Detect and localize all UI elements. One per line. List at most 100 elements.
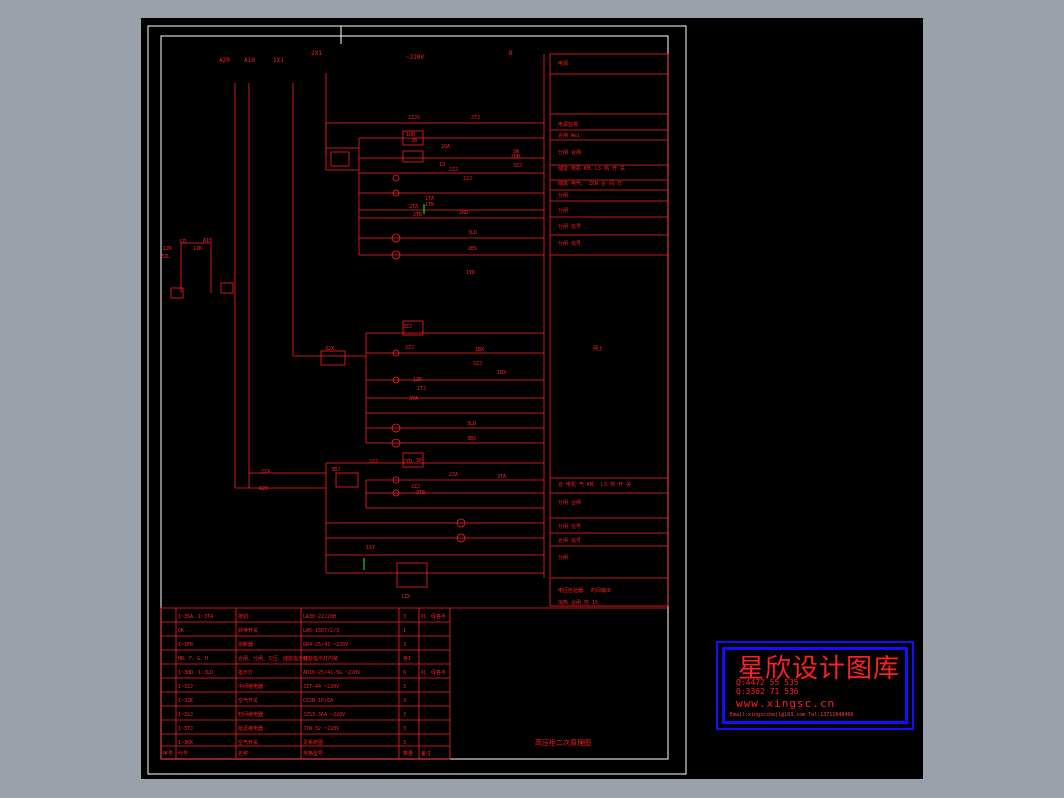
top-label: ~220V <box>406 54 424 61</box>
table-cell: 时间继电器 <box>238 711 263 718</box>
note-label: 电压检验器、 时间输出 <box>558 587 611 594</box>
table-cell: 延迟继电器 <box>238 725 263 732</box>
circuit-label: SZJ <box>473 361 482 367</box>
top-label: A10 <box>244 57 255 64</box>
note-label: 分闸 信号 <box>558 223 581 230</box>
table-cell: 6 <box>403 670 406 676</box>
table-cell: C65N-1P/6A <box>303 698 333 704</box>
table-cell: 3 <box>403 698 406 704</box>
table-cell: 1~3ZJ <box>178 684 193 690</box>
circuit-label: 1TB <box>425 202 434 208</box>
circuit-label: 3BJ <box>331 467 340 473</box>
circuit-label: 2ZJ <box>449 167 458 173</box>
circuit-label: 1Q <box>439 162 445 168</box>
circuit-label: 2QA <box>441 144 450 150</box>
note-label: 合闸 信号 <box>558 537 581 544</box>
top-labels: A20 A10 1X1 2X1 ~220V B <box>219 50 513 64</box>
circuit-label: 2ZJ <box>411 484 420 490</box>
table-cell: 储能指示灯内装 <box>303 655 338 662</box>
circuit-label: 1ZK <box>193 246 202 252</box>
circuit-label: 2ZX <box>261 469 270 475</box>
note-label: 网上 <box>593 345 603 352</box>
circuit-labels: 2ZJS 2TJ1QR3B2QA1Q2ZJ22J1TA1TBSW3ZJ2DB2TA… <box>161 115 522 600</box>
note-label: 分闸 <box>558 207 568 214</box>
note-label: 储能 电气、 ZCN 合 间 灯 <box>558 180 622 187</box>
circuit-label: A20 <box>259 486 268 492</box>
circuit-label: 3ZL <box>161 254 170 260</box>
logo-url: www.xingsc.cn <box>736 697 836 710</box>
circuit-label: 2RD <box>459 210 468 216</box>
circuit-label: 3LD <box>468 230 477 236</box>
table-header: 数量 <box>403 750 413 757</box>
circuit-label: 3LD <box>467 421 476 427</box>
circuit-label: 1BX <box>475 347 484 353</box>
table-cell: JZS3-36A ~220V <box>303 712 345 718</box>
table-cell: 红、绿各半 <box>421 613 446 620</box>
table-cell: 空气开关 <box>238 739 258 746</box>
circuit-label: 3BS <box>467 436 476 442</box>
table-cell: 按钮 <box>238 613 248 620</box>
logo-qq-1: Q:4472 55 535 <box>736 678 799 687</box>
circuit-label: 2ZA <box>449 472 458 478</box>
table-cell: 1 <box>403 628 406 634</box>
table-cell: 3 <box>403 684 406 690</box>
table-cell: 1~3FR <box>178 642 194 648</box>
table-cell: 中间继电器 <box>238 683 263 690</box>
logo-contact: Email:xingscsheji@163.com Tel:1371164846… <box>730 712 854 718</box>
table-cell: AD16-25/41-5G ~220V <box>303 670 360 676</box>
note-label: 分闸 信号 <box>558 240 581 247</box>
circuit-label: 1BX <box>497 370 506 376</box>
table-header: 代号 <box>178 750 188 757</box>
table-cell: HR、F、G、H <box>178 656 208 662</box>
circuit-label: 2TA <box>409 204 418 210</box>
notes-column: 电源电源监视合闸 Wei分闸 合闸储能 电机 KM、LS 热 开 关储能 电气、… <box>558 60 631 606</box>
circuit-label: SZL <box>179 239 188 245</box>
circuit-label: 2ZJS <box>408 115 420 121</box>
table-cell: 空气开关 <box>238 697 258 704</box>
table-header: 序号 <box>163 750 173 757</box>
table-cell: 1~3SJ <box>178 712 193 718</box>
table-cell: JTW-32 ~220V <box>303 726 339 732</box>
table-cell: JZ7-44 ~220V <box>303 684 339 690</box>
table-cell: 1~3HD、1~3LD <box>178 670 213 676</box>
circuit-label: 1SY <box>366 545 375 551</box>
logo-box: 星欣设计图库 Q:4472 55 535 Q:3362 71 536 www.x… <box>716 641 914 730</box>
circuit-label: 2DB <box>511 154 520 160</box>
note-label: 分闸 合闸 <box>558 149 581 156</box>
table-cell: 见系统图 <box>303 739 323 746</box>
table-cell: 1~3SA、1~3TA <box>178 614 213 620</box>
table-cell: 1~3KK <box>178 740 193 746</box>
table-header: 规格型号 <box>303 750 323 757</box>
table-cell: 3 <box>403 614 406 620</box>
logo-qq-2: Q:3362 71 536 <box>736 687 799 696</box>
circuit-label: 3TA <box>497 474 506 480</box>
note-label: 分闸 <box>558 192 568 199</box>
table-header: 名称 <box>238 750 248 757</box>
circuit-label: 2TJ <box>471 115 480 121</box>
circuit-label: A10 <box>203 238 212 244</box>
wiring <box>170 53 669 607</box>
note-label: 电源 <box>558 60 568 67</box>
circuit-label: 2BS <box>468 246 477 252</box>
table-cell: 转换开关 <box>238 627 258 634</box>
table-cell: 1~3ZK <box>178 698 193 704</box>
table-cell: 合闸、分闸、欠压、储能指示灯 <box>238 655 308 662</box>
circuit-label: 3ZJ <box>403 324 412 330</box>
table-cell: QK <box>178 628 184 634</box>
circuit-label: 2ZJ <box>405 345 414 351</box>
table-cell: GR4-25/41 ~220V <box>303 642 348 648</box>
note-label: 加热 合闸 控 1% <box>558 599 598 606</box>
top-label: B <box>509 50 513 57</box>
table-header: 备注 <box>421 750 431 757</box>
table-cell: 各1 <box>403 655 411 662</box>
top-label: 2X1 <box>311 50 322 57</box>
circuit-label: 32X <box>325 346 334 352</box>
note-label: 分闸 信号 <box>558 523 581 530</box>
table-cell: 3 <box>403 740 406 746</box>
table-cell: 熔断器 <box>238 641 253 648</box>
table-cell: 1~3TJ <box>178 726 193 732</box>
circuit-label: 1ZK <box>413 377 422 383</box>
note-label: 分闸 合闸 <box>558 499 581 506</box>
note-label: 分闸 <box>558 554 568 561</box>
parts-table: 1~3SA、1~3TA 按钮 LA38-22/20H 3 红、绿各半 QK 转换开关 LW5-… <box>163 613 446 757</box>
